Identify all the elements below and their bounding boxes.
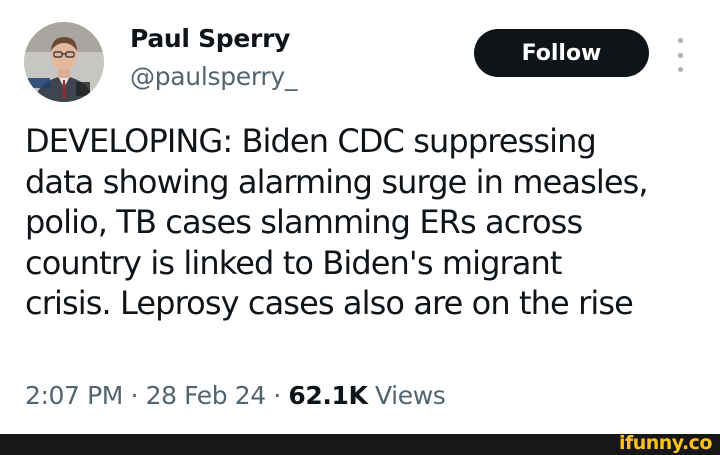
tweet-date[interactable]: 28 Feb 24 — [146, 381, 267, 410]
user-handle[interactable]: @paulsperry_ — [130, 62, 297, 91]
follow-button[interactable]: Follow — [474, 29, 649, 77]
avatar-photo — [24, 22, 104, 102]
avatar[interactable] — [24, 22, 104, 102]
more-vertical-icon[interactable] — [670, 38, 690, 72]
more-dot — [677, 38, 683, 43]
views-label: Views — [375, 381, 446, 410]
meta-separator: · — [273, 381, 281, 410]
tweet-text: DEVELOPING: Biden CDC suppressing data s… — [25, 122, 649, 322]
views-count: 62.1K — [288, 381, 368, 410]
footer-bar: ifunny.co — [0, 432, 720, 455]
ifunny-watermark: ifunny.co — [618, 432, 713, 454]
tweet-meta: 2:07 PM · 28 Feb 24 · 62.1K Views — [25, 381, 446, 410]
more-dot — [677, 67, 683, 72]
more-dot — [677, 52, 683, 58]
display-name[interactable]: Paul Sperry — [130, 24, 290, 53]
tweet-screenshot: Paul Sperry @paulsperry_ Follow DEVELOPI… — [0, 0, 720, 455]
tweet-time[interactable]: 2:07 PM — [25, 381, 123, 410]
meta-separator: · — [130, 381, 139, 410]
